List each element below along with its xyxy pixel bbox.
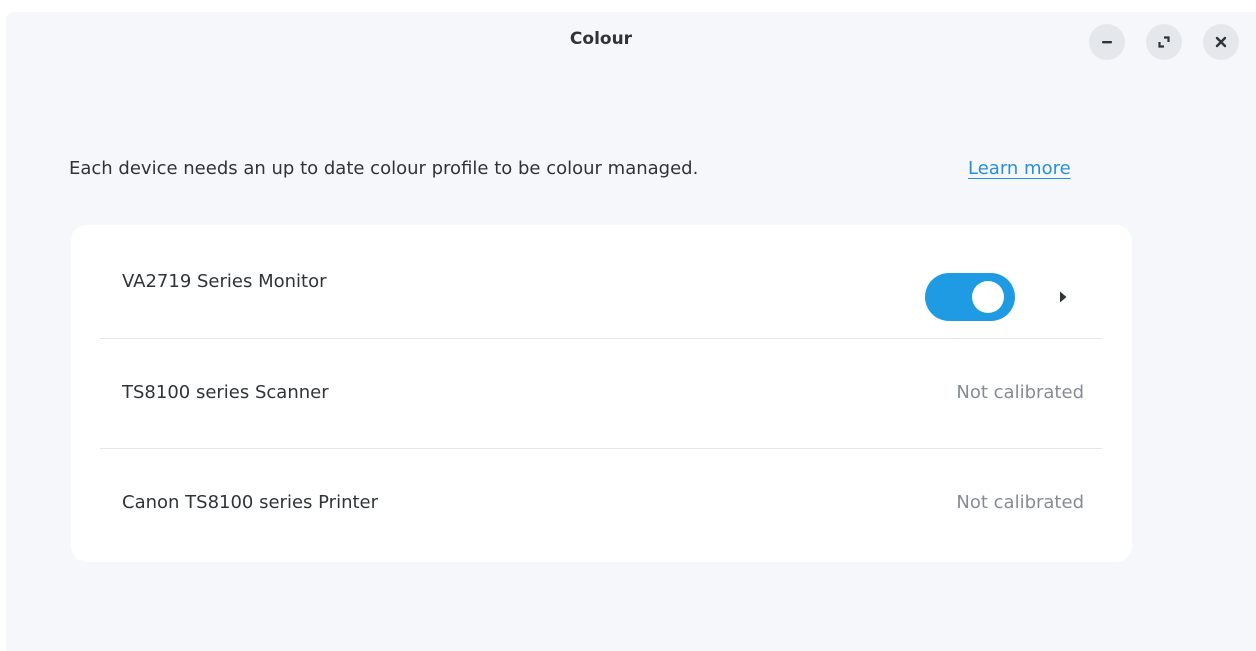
device-row-monitor[interactable]: VA2719 Series Monitor [71,227,1132,337]
maximize-icon [1158,36,1170,48]
calibration-status: Not calibrated [956,382,1084,403]
chevron-right-icon[interactable] [1053,287,1073,307]
title-bar[interactable]: Colour [6,12,1256,68]
minimize-button[interactable] [1089,24,1125,60]
device-name: TS8100 series Scanner [122,382,329,403]
device-row-scanner[interactable]: TS8100 series Scanner Not calibrated [71,338,1132,448]
device-name: Canon TS8100 series Printer [122,492,379,513]
calibration-status: Not calibrated [956,492,1084,513]
learn-more-link[interactable]: Learn more [968,158,1071,179]
description-text: Each device needs an up to date colour p… [69,158,699,179]
colour-window: Colour Each device needs an up to date c… [6,12,1256,651]
maximize-button[interactable] [1146,24,1182,60]
device-name: VA2719 Series Monitor [122,271,327,292]
toggle-knob [972,281,1004,313]
minimize-icon [1102,41,1112,44]
monitor-toggle-switch[interactable] [925,273,1015,321]
device-row-printer[interactable]: Canon TS8100 series Printer Not calibrat… [71,448,1132,558]
close-button[interactable] [1203,24,1239,60]
close-icon [1215,36,1227,48]
device-list: VA2719 Series Monitor TS8100 series Scan… [71,225,1132,562]
window-title: Colour [569,29,633,49]
